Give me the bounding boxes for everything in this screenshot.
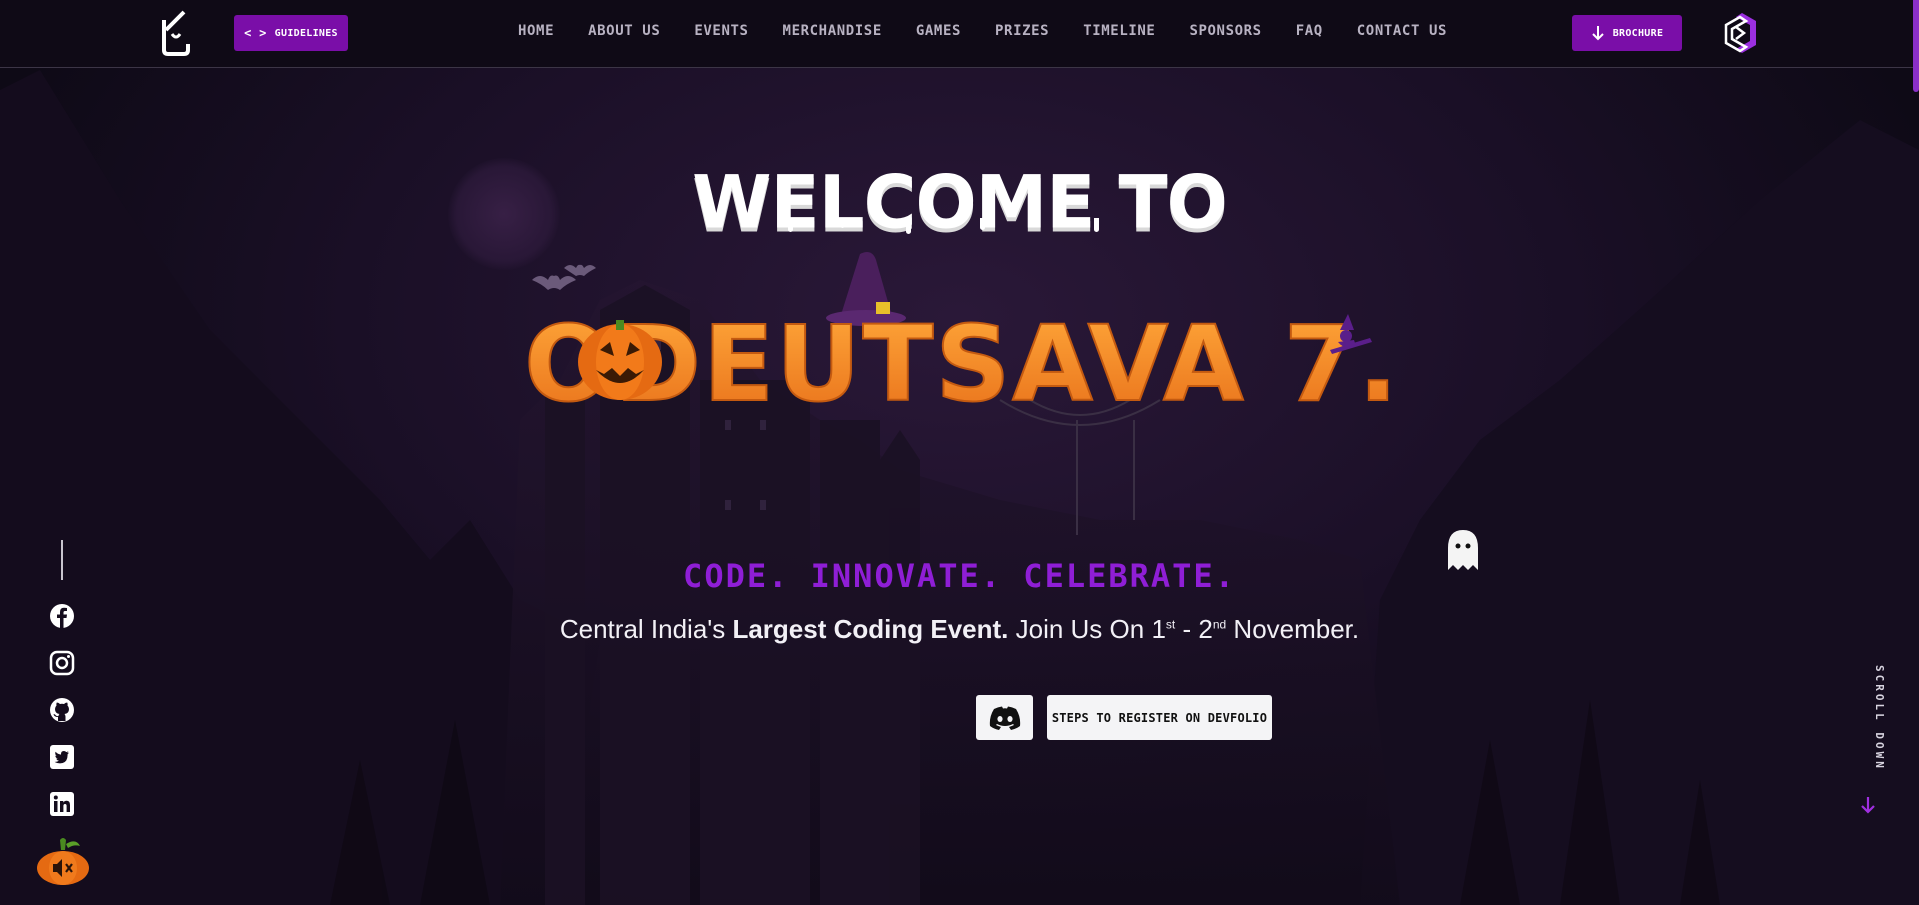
event-description: Central India's Largest Coding Event. Jo…	[0, 614, 1919, 645]
github-icon	[50, 698, 74, 722]
main-nav: HOME ABOUT US EVENTS MERCHANDISE GAMES P…	[518, 20, 1481, 42]
guidelines-button[interactable]: < > GUIDELINES	[234, 15, 348, 51]
bats-icon	[532, 264, 596, 290]
nav-merchandise[interactable]: MERCHANDISE	[783, 20, 882, 42]
twitter-icon	[50, 745, 74, 769]
nav-home[interactable]: HOME	[518, 20, 554, 42]
background-scenery	[0, 70, 1919, 905]
nav-games[interactable]: GAMES	[916, 20, 961, 42]
nav-prizes[interactable]: PRIZES	[995, 20, 1049, 42]
discord-icon	[989, 706, 1020, 730]
brochure-label: BROCHURE	[1612, 27, 1664, 39]
pumpkin-stem-icon	[60, 838, 66, 850]
linkedin-link[interactable]	[48, 790, 76, 818]
nav-events[interactable]: EVENTS	[694, 20, 748, 42]
subline-sup-first: st	[1165, 617, 1176, 632]
facebook-icon	[50, 604, 74, 628]
welcome-heading: WELCOME TO	[692, 159, 1228, 245]
social-divider	[61, 540, 63, 580]
linkedin-icon	[50, 792, 74, 816]
twitter-link[interactable]	[48, 743, 76, 771]
facebook-link[interactable]	[48, 602, 76, 630]
club-logo-right[interactable]	[1716, 9, 1764, 59]
scroll-down-label[interactable]: SCROLL DOWN	[1866, 665, 1886, 795]
subline-bold: Largest Coding Event.	[732, 614, 1009, 644]
devfolio-register-button[interactable]: STEPS TO REGISTER ON DEVFOLIO	[1047, 695, 1272, 740]
github-link[interactable]	[48, 696, 76, 724]
top-navbar: < > GUIDELINES HOME ABOUT US EVENTS MERC…	[0, 0, 1919, 68]
nav-sponsors[interactable]: SPONSORS	[1189, 20, 1261, 42]
nav-timeline[interactable]: TIMELINE	[1083, 20, 1155, 42]
instagram-link[interactable]	[48, 649, 76, 677]
download-arrow-icon	[1591, 26, 1604, 41]
discord-button[interactable]	[976, 695, 1033, 740]
site-logo-left[interactable]	[160, 6, 192, 56]
code-icon: < >	[244, 26, 267, 40]
nav-contact-us[interactable]: CONTACT US	[1357, 20, 1447, 42]
nav-faq[interactable]: FAQ	[1296, 20, 1323, 42]
codeutsava-title-graphic: CODEUTSAVA 7.0	[520, 252, 1400, 426]
sound-toggle-pumpkin-button[interactable]	[36, 836, 90, 886]
nav-about-us[interactable]: ABOUT US	[588, 20, 660, 42]
brochure-download-button[interactable]: BROCHURE	[1572, 15, 1682, 51]
subline-mid: Join Us On 1	[1008, 614, 1166, 644]
guidelines-label: GUIDELINES	[274, 27, 338, 39]
welcome-drip	[1094, 218, 1099, 232]
tagline: CODE. INNOVATE. CELEBRATE.	[683, 557, 1236, 595]
page-scrollbar[interactable]	[1913, 0, 1919, 92]
welcome-drip	[980, 218, 985, 230]
welcome-drip	[840, 218, 845, 228]
subline-post: November.	[1226, 614, 1360, 644]
subline-sup-second: nd	[1212, 617, 1227, 632]
scroll-down-arrow-icon[interactable]	[1858, 795, 1878, 815]
instagram-icon	[49, 650, 75, 676]
welcome-drip	[906, 218, 911, 234]
subline-dash: - 2	[1175, 614, 1213, 644]
welcome-drip	[788, 218, 793, 232]
subline-pre: Central India's	[559, 614, 733, 644]
